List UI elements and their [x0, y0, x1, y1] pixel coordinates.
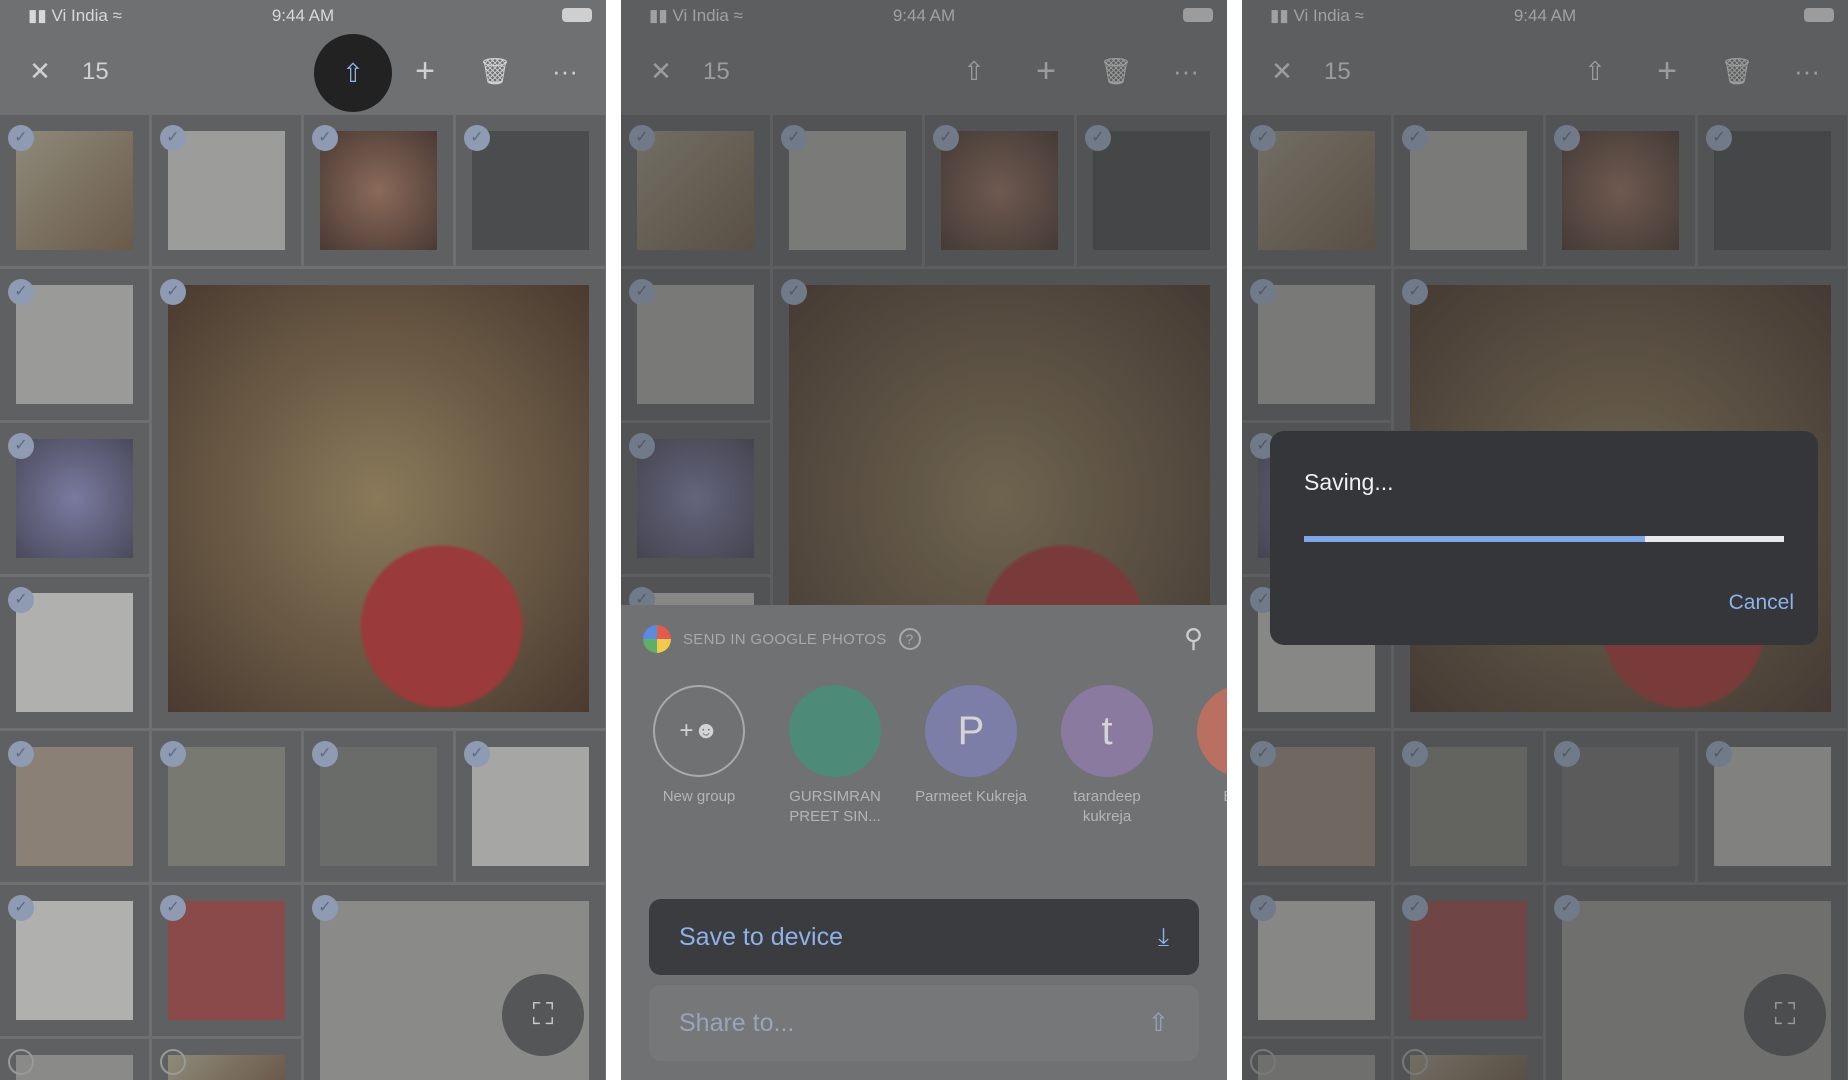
contact-item[interactable]: t tarandeep kukreja: [1047, 685, 1167, 827]
share-label: Share to...: [679, 1008, 795, 1037]
save-to-device-button[interactable]: Save to device ⤓: [649, 899, 1199, 975]
cancel-button[interactable]: Cancel: [1729, 591, 1794, 615]
clock: 9:44 AM: [271, 6, 335, 25]
photo-thumbnail: [168, 901, 285, 1020]
battery-icon: [562, 8, 592, 22]
photo-tile[interactable]: ✓: [0, 423, 149, 574]
photo-tile[interactable]: ✓: [152, 885, 301, 1036]
share-sheet: SEND IN GOOGLE PHOTOS ? ⚲ +☻ New group GUR…: [621, 605, 1227, 1080]
photo-tile[interactable]: ✓: [304, 115, 453, 266]
contact-item[interactable]: P Parmeet Kukreja: [911, 685, 1031, 807]
delete-button[interactable]: 🗑: [470, 40, 520, 102]
add-button[interactable]: +: [400, 40, 450, 102]
google-photos-logo-icon: [643, 625, 671, 653]
contact-item[interactable]: GURSIMRAN PREET SIN...: [775, 685, 895, 827]
checkmark-icon[interactable]: ✓: [8, 587, 34, 613]
checkmark-icon[interactable]: ✓: [8, 895, 34, 921]
sheet-header: SEND IN GOOGLE PHOTOS ?: [643, 625, 921, 653]
photo-tile[interactable]: ✓: [152, 269, 605, 728]
photo-tile[interactable]: ✓: [0, 115, 149, 266]
checkmark-icon[interactable]: ✓: [464, 741, 490, 767]
share-icon: ⇧: [342, 57, 364, 88]
checkmark-icon[interactable]: ✓: [8, 279, 34, 305]
save-label: Save to device: [679, 922, 843, 951]
photo-tile[interactable]: ✓: [0, 269, 149, 420]
panel-share-sheet: ▮▮ Vi India ≈9:44 AM✕15⇧+🗑···✓✓✓✓✓✓✓✓✓✓✓…: [621, 0, 1227, 1080]
help-icon[interactable]: ?: [898, 628, 921, 650]
photo-thumbnail: [168, 747, 285, 866]
avatar-initial: t: [1101, 709, 1113, 753]
checkmark-icon[interactable]: [160, 1049, 186, 1075]
contact-name: New group: [662, 788, 736, 805]
dialog-title: Saving...: [1304, 469, 1394, 495]
contact-item[interactable]: +☻ New group: [639, 685, 759, 807]
photo-tile[interactable]: ✓: [152, 115, 301, 266]
saving-dialog: Saving... Cancel: [1270, 431, 1818, 645]
trash-icon: 🗑: [478, 55, 512, 86]
contact-name: tarandeep kukreja: [1073, 788, 1141, 825]
fullscreen-button[interactable]: ⛶: [502, 974, 584, 1056]
checkmark-icon[interactable]: ✓: [312, 125, 338, 151]
checkmark-icon[interactable]: ✓: [160, 125, 186, 151]
photo-thumbnail: [320, 747, 437, 866]
photo-thumbnail: [472, 131, 589, 250]
checkmark-icon[interactable]: ✓: [312, 741, 338, 767]
photo-thumbnail: [16, 747, 133, 866]
search-icon[interactable]: ⚲: [1184, 623, 1203, 654]
share-button[interactable]: ⇧: [314, 34, 392, 112]
photo-tile[interactable]: ✓: [0, 731, 149, 882]
close-button[interactable]: ✕: [20, 40, 60, 102]
avatar: B: [1197, 685, 1227, 777]
checkmark-icon[interactable]: ✓: [312, 895, 338, 921]
avatar: P: [925, 685, 1017, 777]
checkmark-icon[interactable]: ✓: [8, 433, 34, 459]
panel-selection: ▮▮ Vi India ≈9:44 AM ✕ 15 ⇧ + 🗑 ··· ✓ ✓ ✓ ✓ ✓ ✓ ✓ ✓ ✓ ✓ ✓…: [0, 0, 606, 1080]
checkmark-icon[interactable]: ✓: [160, 741, 186, 767]
progress-bar: [1304, 536, 1784, 542]
status-bar: ▮▮ Vi India ≈9:44 AM: [0, 0, 606, 30]
photo-tile[interactable]: ✓: [456, 731, 605, 882]
photo-thumbnail: [16, 131, 133, 250]
photo-tile[interactable]: ✓: [456, 115, 605, 266]
photo-thumbnail: [16, 593, 133, 712]
sheet-title: SEND IN GOOGLE PHOTOS: [683, 630, 887, 648]
contact-name: Boxer: [1183, 787, 1227, 807]
contact-name: GURSIMRAN PREET SIN...: [789, 788, 881, 825]
photo-thumbnail: [16, 901, 133, 1020]
avatar: [789, 685, 881, 777]
checkmark-icon[interactable]: ✓: [8, 125, 34, 151]
photo-tile[interactable]: [0, 1039, 149, 1080]
more-button[interactable]: ···: [540, 40, 590, 102]
contact-item[interactable]: B Boxer: [1183, 685, 1227, 807]
checkmark-icon[interactable]: [8, 1049, 34, 1075]
photo-thumbnail: [320, 131, 437, 250]
top-toolbar: ✕ 15 ⇧ + 🗑 ···: [0, 34, 606, 112]
photo-tile[interactable]: ✓: [0, 885, 149, 1036]
photo-thumbnail: [168, 285, 589, 712]
checkmark-icon[interactable]: ✓: [160, 279, 186, 305]
new-group-icon: +☻: [653, 685, 745, 777]
panel-saving: ▮▮ Vi India ≈9:44 AM ✕ 15 ⇧ + 🗑 ··· ✓ ✓ ✓ ✓ ✓ ✓ ✓ ✓ ✓ ✓ ✓…: [1242, 0, 1848, 1080]
selection-count: 15: [82, 58, 109, 85]
avatar: t: [1061, 685, 1153, 777]
photo-thumbnail: [168, 131, 285, 250]
progress-fill: [1304, 536, 1645, 542]
avatar-initial: P: [957, 709, 985, 753]
photo-tile[interactable]: ✓: [304, 731, 453, 882]
share-icon: ⇧: [1148, 1009, 1169, 1037]
photo-thumbnail: [16, 439, 133, 558]
contact-name: Parmeet Kukreja: [915, 788, 1027, 805]
download-icon: ⤓: [1157, 922, 1169, 951]
checkmark-icon[interactable]: ✓: [8, 741, 34, 767]
photo-thumbnail: [16, 285, 133, 404]
photo-tile[interactable]: ✓: [0, 577, 149, 728]
checkmark-icon[interactable]: ✓: [160, 895, 186, 921]
checkmark-icon[interactable]: ✓: [464, 125, 490, 151]
share-to-button[interactable]: Share to... ⇧: [649, 985, 1199, 1061]
photo-thumbnail: [472, 747, 589, 866]
photo-tile[interactable]: ✓: [152, 731, 301, 882]
photo-tile[interactable]: [152, 1039, 301, 1080]
